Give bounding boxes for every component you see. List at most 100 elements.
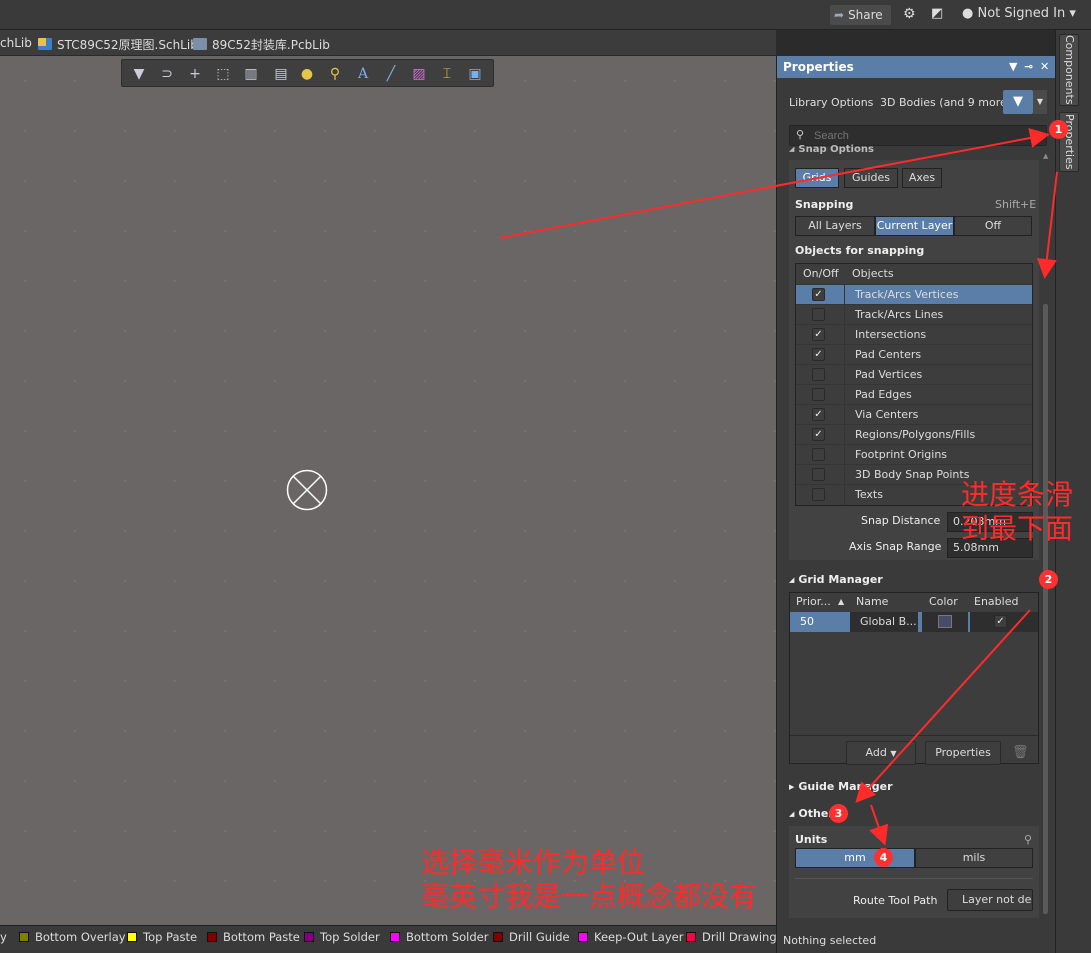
search-input[interactable] (789, 125, 1047, 146)
scroll-up-icon[interactable]: ▲ (1043, 152, 1048, 160)
object-checkbox[interactable]: ✓ (812, 408, 825, 421)
close-icon[interactable]: ✕ (1040, 56, 1049, 78)
region-icon[interactable]: ▣ (464, 64, 486, 84)
snap-options-header[interactable]: ◢ Snap Options (789, 144, 874, 155)
guide-manager-header[interactable]: ▶ Guide Manager (789, 780, 893, 793)
col-header-objects[interactable]: Objects (852, 264, 894, 284)
filter-icon[interactable]: ▼ (128, 64, 150, 84)
tab-89c52-pcblib[interactable]: 89C52封装库.PcbLib (193, 36, 330, 53)
units-mm[interactable]: mm (795, 848, 915, 868)
layer-tab-drill-guide[interactable]: Drill Guide (493, 930, 570, 944)
filter-button[interactable]: ▼ (1003, 90, 1033, 114)
grid-row[interactable]: 50 Global B... ✓ (790, 612, 1038, 632)
col-header-name[interactable]: Name (856, 593, 888, 611)
object-row[interactable]: ✓ Track/Arcs Vertices (796, 284, 1032, 305)
units-mils[interactable]: mils (915, 848, 1033, 868)
cross-icon[interactable]: + (184, 64, 206, 84)
add-grid-button[interactable]: Add ▼ (846, 741, 916, 765)
objects-for-snapping-label: Objects for snapping (795, 244, 925, 257)
visibility-icon[interactable]: ◩ (931, 6, 943, 21)
object-row[interactable]: ✓ Regions/Polygons/Fills (796, 424, 1032, 445)
object-row[interactable]: ✓ Via Centers (796, 404, 1032, 425)
line-icon[interactable]: ╱ (380, 64, 402, 84)
user-menu[interactable]: ● Not Signed In ▾ (962, 6, 1076, 21)
object-name: Pad Edges (855, 388, 912, 401)
grid-manager-header[interactable]: ◢ Grid Manager (789, 573, 883, 586)
object-checkbox[interactable]: ✓ (812, 328, 825, 341)
tab-schlib-partial[interactable]: chLib (0, 36, 32, 50)
object-name: Via Centers (855, 408, 919, 421)
layer-label: Drill Drawing (702, 930, 777, 944)
annotation-badge-3: 3 (829, 804, 848, 823)
grid-color-cell[interactable] (922, 612, 968, 632)
layer-tab-top-paste[interactable]: Top Paste (127, 930, 197, 944)
grid-enabled-checkbox[interactable]: ✓ (994, 615, 1007, 628)
pcb-canvas[interactable] (0, 56, 776, 925)
tab-axes[interactable]: Axes (902, 168, 942, 188)
object-checkbox[interactable]: ✓ (812, 288, 825, 301)
route-icon[interactable]: ▨ (408, 64, 430, 84)
search-icon[interactable]: ⚲ (1024, 833, 1032, 846)
tab-grids[interactable]: Grids (795, 168, 839, 188)
object-checkbox[interactable] (812, 468, 825, 481)
divider (790, 735, 1038, 736)
filter-dropdown-icon[interactable]: ▼ (1033, 90, 1047, 114)
snap-magnet-icon[interactable]: ⊃ (156, 64, 178, 84)
tab-label: STC89C52原理图.SchLib (57, 38, 198, 52)
object-row[interactable]: ✓ Pad Centers (796, 344, 1032, 365)
object-row[interactable]: Pad Edges (796, 384, 1032, 405)
object-checkbox[interactable] (812, 308, 825, 321)
dimension-icon[interactable]: ⌶ (436, 64, 458, 84)
object-checkbox[interactable] (812, 368, 825, 381)
gear-icon[interactable]: ⚙ (903, 6, 916, 22)
layer-tab-bottom-overlay[interactable]: Bottom Overlay (19, 930, 126, 944)
object-checkbox[interactable]: ✓ (812, 428, 825, 441)
object-checkbox[interactable] (812, 448, 825, 461)
tab-guides[interactable]: Guides (844, 168, 898, 188)
object-name: Intersections (855, 328, 927, 341)
col-header-onoff[interactable]: On/Off (803, 264, 839, 284)
col-header-enabled[interactable]: Enabled (974, 593, 1018, 611)
layer-tab-bottom-paste[interactable]: Bottom Paste (207, 930, 300, 944)
grid-properties-button[interactable]: Properties (925, 741, 1001, 765)
via-icon[interactable]: ⚲ (324, 64, 346, 84)
object-row[interactable]: Track/Arcs Lines (796, 304, 1032, 325)
layer-tab-top-solder[interactable]: Top Solder (304, 930, 380, 944)
pad-icon[interactable]: ● (296, 64, 318, 84)
component-icon[interactable]: ▤ (270, 64, 292, 84)
layer-tab-drill-drawing[interactable]: Drill Drawing (686, 930, 777, 944)
tab-stc89c52-schlib[interactable]: STC89C52原理图.SchLib (38, 36, 198, 53)
snap-current-layer[interactable]: Current Layer (875, 216, 954, 236)
panel-menu-icon[interactable]: ▼ (1009, 56, 1017, 78)
object-checkbox[interactable] (812, 388, 825, 401)
chevron-down-icon: ▼ (890, 749, 897, 758)
tab-components[interactable]: Components (1059, 34, 1079, 106)
panel-scrollbar[interactable] (1043, 304, 1048, 914)
grid-priority: 50 (800, 615, 814, 628)
pin-icon[interactable]: ⊸ (1024, 56, 1033, 78)
object-row[interactable]: ✓ Intersections (796, 324, 1032, 345)
layer-tab-bottom-solder[interactable]: Bottom Solder (390, 930, 488, 944)
trash-icon[interactable]: 🗑 (1012, 745, 1029, 760)
select-rect-icon[interactable]: ⬚ (212, 64, 234, 84)
chart-icon[interactable]: ▥ (240, 64, 262, 84)
share-button[interactable]: ➦ Share (830, 5, 891, 25)
other-header[interactable]: ◢ Other (789, 807, 834, 820)
origin-marker-icon (286, 469, 328, 511)
object-checkbox[interactable] (812, 488, 825, 501)
object-row[interactable]: Pad Vertices (796, 364, 1032, 385)
layer-tab[interactable]: y (0, 930, 7, 944)
col-header-priority[interactable]: Prior... (796, 593, 831, 611)
collapse-icon: ◢ (789, 576, 795, 584)
route-tool-path-select[interactable]: Layer not de (947, 889, 1033, 911)
object-checkbox[interactable]: ✓ (812, 348, 825, 361)
snap-all-layers[interactable]: All Layers (795, 216, 875, 236)
snap-off[interactable]: Off (954, 216, 1032, 236)
col-header-color[interactable]: Color (929, 593, 958, 611)
text-icon[interactable]: A (352, 64, 374, 84)
top-bar: ➦ Share ⚙ ◩ ● Not Signed In ▾ (0, 0, 1091, 30)
library-options-label: Library Options (789, 96, 874, 109)
object-row[interactable]: Footprint Origins (796, 444, 1032, 465)
layer-label: Bottom Solder (406, 930, 489, 944)
layer-tab-keep-out[interactable]: Keep-Out Layer (578, 930, 683, 944)
